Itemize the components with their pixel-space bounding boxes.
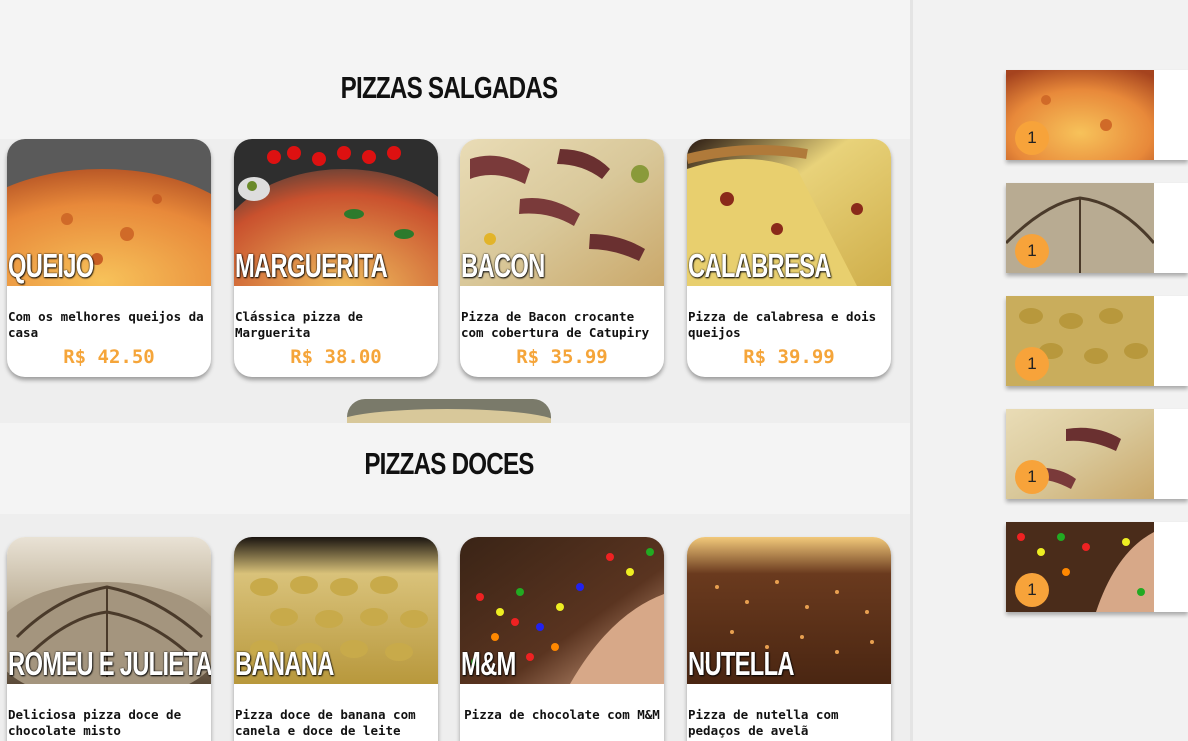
quantity-badge: 1 — [1015, 460, 1049, 494]
product-price: R$ 38.00 — [290, 346, 382, 368]
product-card-marguerita[interactable]: MARGUERITA Clássica pizza de Marguerita … — [234, 139, 438, 377]
product-description: Deliciosa pizza doce de chocolate misto — [8, 707, 182, 738]
product-name: ROMEU E JULIETA — [8, 645, 211, 682]
product-name: QUEIJO — [8, 247, 94, 284]
quantity-badge: 1 — [1015, 121, 1049, 155]
product-name: BACON — [461, 247, 545, 284]
product-description: Com os melhores queijos da casa — [8, 309, 204, 340]
product-card-romeu-e-julieta[interactable]: ROMEU E JULIETA Deliciosa pizza doce de … — [7, 537, 211, 741]
product-price: R$ 42.50 — [63, 346, 155, 368]
section-title-salgadas: PIZZAS SALGADAS — [340, 70, 558, 105]
product-name: MARGUERITA — [235, 247, 388, 284]
product-card-banana[interactable]: BANANA Pizza doce de banana com canela e… — [234, 537, 438, 741]
quantity-badge: 1 — [1015, 234, 1049, 268]
cart-item[interactable]: 1 — [1006, 522, 1188, 612]
product-card-queijo[interactable]: QUEIJO Com os melhores queijos da casa R… — [7, 139, 211, 377]
product-name: CALABRESA — [688, 247, 831, 284]
product-description: Pizza de calabresa e dois queijos — [688, 309, 877, 340]
product-description: Pizza doce de banana com canela e doce d… — [235, 707, 416, 738]
product-price: R$ 39.99 — [743, 346, 835, 368]
product-name: M&M — [461, 645, 516, 682]
product-description: Pizza de Bacon crocante com cobertura de… — [461, 309, 650, 340]
cart-item[interactable]: 1 — [1006, 70, 1188, 160]
product-price: R$ 35.99 — [516, 346, 608, 368]
product-card-calabresa[interactable]: CALABRESA Pizza de calabresa e dois quei… — [687, 139, 891, 377]
quantity-badge: 1 — [1015, 347, 1049, 381]
section-title-doces: PIZZAS DOCES — [364, 446, 534, 481]
product-name: NUTELLA — [688, 645, 795, 682]
product-card-nutella[interactable]: NUTELLA Pizza de nutella com pedaços de … — [687, 537, 891, 741]
product-description: Clássica pizza de Marguerita — [235, 309, 363, 340]
cart-item[interactable]: 1 — [1006, 409, 1188, 499]
product-description: Pizza de chocolate com M&M — [464, 707, 660, 722]
cart-item[interactable]: 1 — [1006, 296, 1188, 386]
quantity-badge: 1 — [1015, 573, 1049, 607]
product-description: Pizza de nutella com pedaços de avelã — [688, 707, 839, 738]
product-card-bacon[interactable]: BACON Pizza de Bacon crocante com cobert… — [460, 139, 664, 377]
menu-area: PIZZAS SALGADAS QUEIJO Com os melhores q… — [0, 0, 910, 741]
product-card-mm[interactable]: M&M Pizza de chocolate com M&M — [460, 537, 664, 741]
product-name: BANANA — [235, 645, 334, 682]
cart-item[interactable]: 1 — [1006, 183, 1188, 273]
partial-card-image — [347, 399, 551, 423]
